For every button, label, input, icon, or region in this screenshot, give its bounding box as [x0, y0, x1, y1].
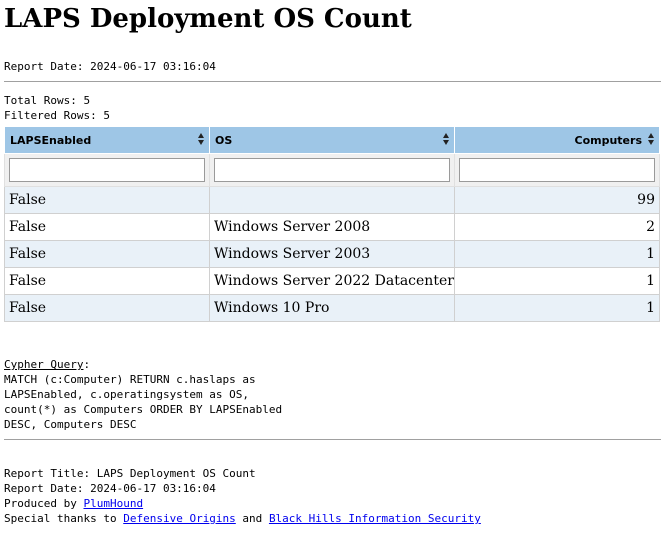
cell-lapsenabled: False [4, 267, 210, 295]
cell-os: Windows Server 2008 [209, 213, 455, 241]
cell-lapsenabled: False [4, 186, 210, 214]
cypher-query-line: count(*) as Computers ORDER BY LAPSEnabl… [4, 403, 283, 416]
filter-cell [209, 153, 455, 187]
filtered-rows: Filtered Rows: 5 [4, 109, 110, 122]
filter-row [4, 153, 660, 187]
divider-bottom [4, 439, 661, 440]
column-header-label: Computers [574, 134, 643, 147]
column-header-lapsenabled[interactable]: LAPSEnabled [4, 126, 210, 154]
cell-computers: 1 [454, 294, 660, 322]
table-row: False Windows Server 2003 1 [4, 240, 660, 268]
cell-os: Windows Server 2003 [209, 240, 455, 268]
filter-cell [4, 153, 210, 187]
column-header-computers[interactable]: Computers [454, 126, 660, 154]
cell-computers: 2 [454, 213, 660, 241]
filter-input-computers[interactable] [459, 158, 655, 182]
column-header-os[interactable]: OS [209, 126, 455, 154]
footer-produced-by: Produced by PlumHound [4, 496, 661, 511]
black-hills-link[interactable]: Black Hills Information Security [269, 512, 481, 525]
defensive-origins-link[interactable]: Defensive Origins [123, 512, 236, 525]
table-row: False Windows 10 Pro 1 [4, 294, 660, 322]
total-rows: Total Rows: 5 [4, 94, 91, 107]
table-row: False 99 [4, 186, 660, 214]
filter-input-os[interactable] [214, 158, 450, 182]
divider-top [4, 81, 661, 82]
column-header-label: OS [215, 134, 233, 147]
footer-special-thanks: Special thanks to Defensive Origins and … [4, 511, 661, 526]
cell-lapsenabled: False [4, 213, 210, 241]
results-table: LAPSEnabled OS Computers False 99 False … [4, 126, 660, 322]
footer-report-title: Report Title: LAPS Deployment OS Count [4, 467, 256, 480]
cell-lapsenabled: False [4, 240, 210, 268]
cell-computers: 1 [454, 240, 660, 268]
cell-computers: 99 [454, 186, 660, 214]
report-footer: Report Title: LAPS Deployment OS Count R… [4, 466, 661, 526]
header-row: LAPSEnabled OS Computers [4, 126, 660, 154]
cypher-query-line: LAPSEnabled, c.operatingsystem as OS, [4, 388, 250, 401]
filter-cell [454, 153, 660, 187]
cell-os: Windows Server 2022 Datacenter [209, 267, 455, 295]
table-row: False Windows Server 2008 2 [4, 213, 660, 241]
cell-lapsenabled: False [4, 294, 210, 322]
column-header-label: LAPSEnabled [10, 134, 92, 147]
cell-os: Windows 10 Pro [209, 294, 455, 322]
produced-by-text: Produced by [4, 497, 84, 510]
sort-icon[interactable] [648, 133, 655, 145]
report-page: LAPS Deployment OS Count Report Date: 20… [4, 0, 661, 526]
cypher-query-colon: : [83, 358, 91, 371]
sort-icon[interactable] [198, 133, 205, 145]
cypher-query-line: DESC, Computers DESC [4, 418, 137, 431]
cypher-query-line: MATCH (c:Computer) RETURN c.haslaps as [4, 373, 256, 386]
cypher-query-block: Cypher Query: MATCH (c:Computer) RETURN … [4, 357, 661, 432]
plumhound-link[interactable]: PlumHound [83, 497, 143, 510]
footer-report-date: Report Date: 2024-06-17 03:16:04 [4, 482, 216, 495]
table-row: False Windows Server 2022 Datacenter 1 [4, 267, 660, 295]
page-title: LAPS Deployment OS Count [4, 4, 412, 34]
report-date: Report Date: 2024-06-17 03:16:04 [4, 60, 216, 73]
cell-os [209, 186, 455, 214]
cypher-query-label: Cypher Query [4, 358, 84, 371]
cell-computers: 1 [454, 267, 660, 295]
special-thanks-text: Special thanks to [4, 512, 124, 525]
and-text: and [235, 512, 269, 525]
filter-input-lapsenabled[interactable] [9, 158, 205, 182]
cypher-query-heading: Cypher Query: [4, 357, 661, 372]
sort-icon[interactable] [443, 133, 450, 145]
